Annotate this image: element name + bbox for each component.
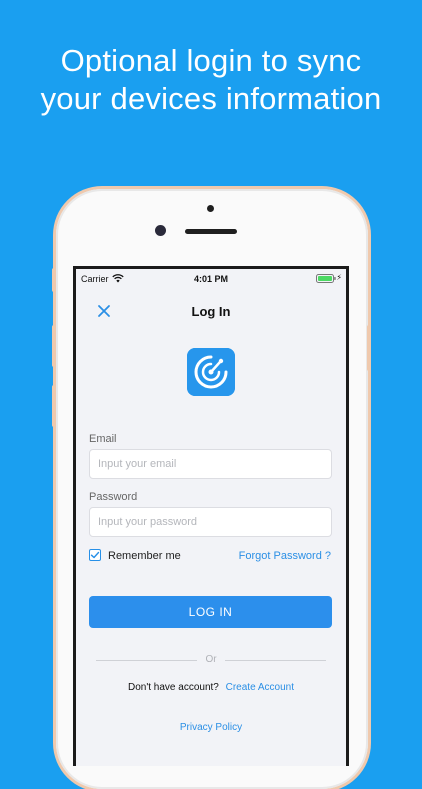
earpiece-speaker xyxy=(185,229,237,234)
charging-bolt-icon: ⚡ xyxy=(336,273,342,282)
status-bar: Carrier 4:01 PM ⚡ xyxy=(76,269,346,289)
power-button xyxy=(367,325,371,371)
remember-me-label[interactable]: Remember me xyxy=(108,550,181,562)
headline: Optional login to sync your devices info… xyxy=(0,42,422,118)
privacy-policy-link[interactable]: Privacy Policy xyxy=(76,722,346,733)
radar-app-logo-icon xyxy=(187,348,235,396)
volume-up-button xyxy=(52,325,56,367)
forgot-password-link[interactable]: Forgot Password ? xyxy=(239,550,331,562)
clock: 4:01 PM xyxy=(193,274,228,284)
headline-line-2: your devices information xyxy=(40,81,382,116)
page-title: Log In xyxy=(191,304,231,319)
battery-icon xyxy=(316,274,336,283)
no-account-text: Don't have account? xyxy=(127,682,219,693)
mute-switch xyxy=(52,268,56,292)
email-label: Email xyxy=(89,433,117,445)
front-camera-icon xyxy=(155,225,166,236)
email-field[interactable] xyxy=(89,449,332,479)
navigation-bar: Log In xyxy=(76,291,346,331)
login-screen: Carrier 4:01 PM ⚡ Log In Email Input you… xyxy=(76,269,346,766)
remember-me-checkbox[interactable] xyxy=(89,549,101,561)
headline-line-1: Optional login to sync xyxy=(60,43,362,78)
divider-right xyxy=(225,660,326,661)
checkmark-icon xyxy=(90,551,100,559)
volume-down-button xyxy=(52,385,56,427)
password-label: Password xyxy=(89,491,138,503)
proximity-sensor xyxy=(207,205,214,212)
create-account-link[interactable]: Create Account xyxy=(226,682,294,693)
password-field[interactable] xyxy=(89,507,332,537)
login-button[interactable]: LOG IN xyxy=(89,596,332,628)
signup-row: Don't have account? Create Account xyxy=(76,682,346,693)
phone-screen: Carrier 4:01 PM ⚡ Log In Email Input you… xyxy=(73,266,349,766)
